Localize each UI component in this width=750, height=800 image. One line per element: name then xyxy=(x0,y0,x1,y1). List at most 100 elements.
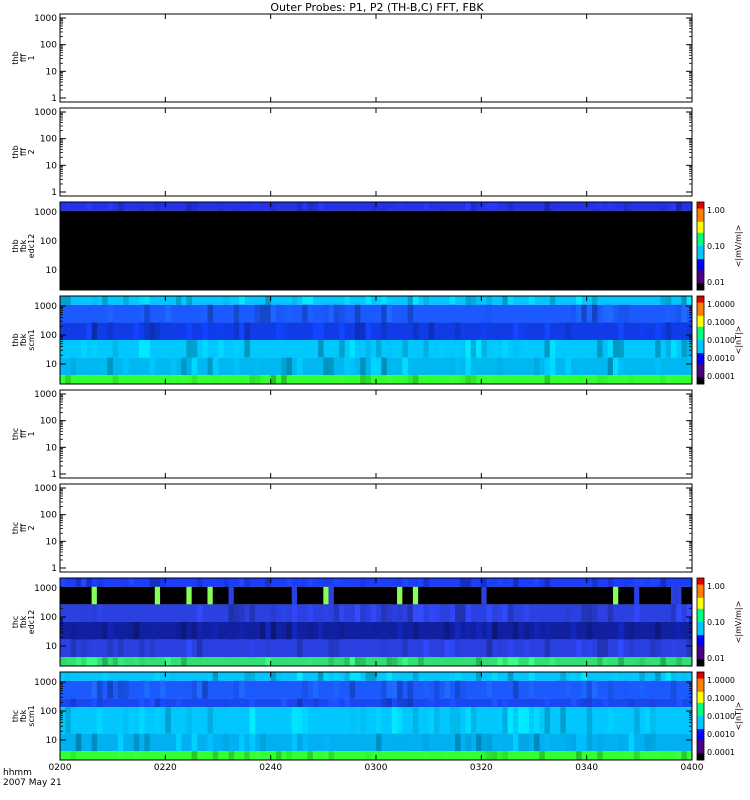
spectrogram-cell xyxy=(212,751,219,760)
spectrogram-cell xyxy=(591,604,598,622)
spectrogram-cell xyxy=(560,672,566,681)
spectrogram-cell xyxy=(660,657,666,666)
spectrogram-cell xyxy=(302,733,308,752)
spectrogram-cell xyxy=(286,751,293,760)
spectrogram-cell xyxy=(218,340,224,358)
spectrogram-cell xyxy=(239,304,245,323)
spectrogram-cell xyxy=(491,340,498,358)
spectrogram-cell xyxy=(307,751,314,760)
spectrogram-cell xyxy=(128,578,135,587)
spectrogram-cell xyxy=(497,639,503,658)
spectrogram-cell xyxy=(107,357,113,376)
spectrogram-cell xyxy=(212,375,219,384)
spectrogram-cell xyxy=(402,657,408,666)
spectrogram-cell xyxy=(349,672,356,681)
spectrogram-cell xyxy=(218,672,224,681)
spectrogram-cell xyxy=(228,751,235,760)
spectrogram-cell xyxy=(233,304,240,323)
spectrogram-cell xyxy=(686,604,693,622)
spectrogram-cell xyxy=(470,375,477,384)
spectrogram-cell xyxy=(91,680,98,699)
spectrogram-cell xyxy=(344,672,350,681)
panel-stack: 1000100101thbfff11000100101thbfff2100010… xyxy=(11,13,743,761)
spectrogram-cell xyxy=(239,322,245,340)
spectrogram-cell xyxy=(307,304,314,323)
spectrogram-cell xyxy=(270,202,277,211)
spectrogram-cell xyxy=(154,698,161,708)
spectrogram-cell xyxy=(470,202,477,211)
spectrogram-cell xyxy=(239,296,245,305)
spectrogram-cell xyxy=(534,622,540,640)
spectrogram-cell xyxy=(154,578,161,587)
spectrogram-cell xyxy=(117,733,124,752)
spectrogram-cell xyxy=(365,322,372,340)
spectrogram-cell xyxy=(254,357,261,376)
spectrogram-cell xyxy=(539,578,545,587)
spectrogram-cell xyxy=(386,698,393,708)
spectrogram-cell xyxy=(307,604,314,622)
spectrogram-cell xyxy=(455,622,461,640)
spectrogram-cell xyxy=(460,604,466,622)
spectrogram-cell xyxy=(270,304,277,323)
spectrogram-cell xyxy=(476,672,482,681)
spectrogram-cell xyxy=(597,340,603,358)
spectrogram-cell xyxy=(354,304,361,323)
spectrogram-cell xyxy=(655,357,661,376)
spectrogram-cell xyxy=(370,357,377,376)
spectrogram-cell xyxy=(639,322,645,340)
spectrogram-cell xyxy=(512,733,519,752)
panel-frame xyxy=(59,483,693,573)
spectrogram-cell xyxy=(154,202,161,211)
spectrogram-cell xyxy=(376,578,382,587)
spectrogram-cell xyxy=(160,751,166,760)
spectrogram-cell xyxy=(139,322,145,340)
spectrogram-cell xyxy=(665,672,672,681)
spectrogram-cell xyxy=(139,698,145,708)
spectrogram-cell xyxy=(223,296,229,305)
spectrogram-cell xyxy=(591,578,598,587)
spectrogram-cell xyxy=(281,604,287,622)
panel-label-line: scm1 xyxy=(27,329,36,350)
spectrogram-cell xyxy=(518,707,524,734)
y-tick-label: 100 xyxy=(40,331,57,341)
spectrogram-cell xyxy=(486,622,493,640)
spectrogram-cell xyxy=(481,586,487,605)
spectrogram-cell xyxy=(286,578,293,587)
spectrogram-cell xyxy=(254,304,261,323)
y-tick-label: 100 xyxy=(40,237,57,247)
spectrogram-cell xyxy=(123,578,129,587)
spectrogram-cell xyxy=(660,375,666,384)
spectrogram-cell xyxy=(549,657,556,666)
spectrogram-cell xyxy=(407,296,414,305)
spectrogram-cell xyxy=(349,357,356,376)
spectrogram-cell xyxy=(102,622,108,640)
spectrogram-cell xyxy=(286,357,293,376)
spectrogram-cell xyxy=(397,604,403,622)
spectrogram-cell xyxy=(465,357,472,376)
colorbar-label: <|nT|> xyxy=(734,702,743,731)
spectrogram-cell xyxy=(75,733,82,752)
spectrogram-cell xyxy=(670,586,677,605)
spectrogram-cell xyxy=(181,357,187,376)
spectrogram-cell xyxy=(233,322,240,340)
panel-2: 1000 100 10 1 thbfff2 xyxy=(11,107,693,198)
spectrogram-cell xyxy=(613,357,619,376)
spectrogram-cell xyxy=(507,578,514,587)
panel-7: 1000 100 10 thcfbkedc12 1.00 0.10 0.01 <|mV/m|> xyxy=(11,577,743,667)
spectrogram-cell xyxy=(544,357,551,376)
spectrogram-cell xyxy=(586,680,593,699)
spectrogram-cell xyxy=(555,680,561,699)
spectrogram-cell xyxy=(623,680,630,699)
spectrogram-cell xyxy=(534,578,540,587)
spectrogram-cell xyxy=(602,375,609,384)
spectrogram-cell xyxy=(323,578,329,587)
spectrogram-band xyxy=(60,210,692,290)
spectrogram-figure: Outer Probes: P1, P2 (TH-B,C) FFT, FBK 1… xyxy=(3,1,743,788)
y-tick-label: 1 xyxy=(51,564,57,574)
spectrogram-cell xyxy=(354,604,361,622)
spectrogram-cell xyxy=(412,375,419,384)
spectrogram-cell xyxy=(139,680,145,699)
spectrogram-cell xyxy=(634,733,640,752)
colorbar-label: <|mV/m|> xyxy=(734,601,743,644)
spectrogram-cell xyxy=(607,578,614,587)
